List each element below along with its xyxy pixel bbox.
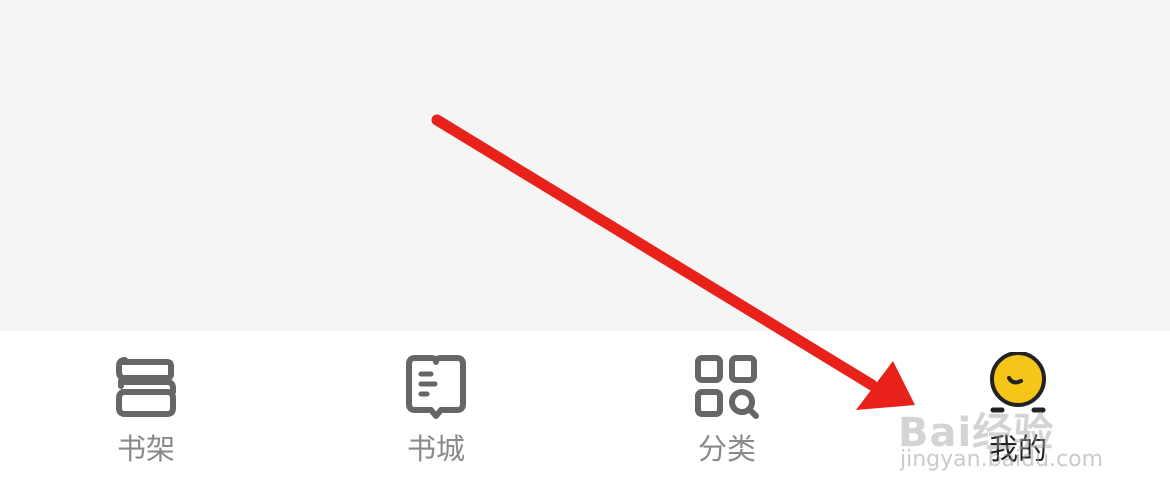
tab-label: 书架 — [116, 432, 175, 466]
content-area — [0, 0, 1170, 331]
bottom-tab-bar: 书架 书城 分类 我的 — [0, 331, 1170, 501]
category-icon — [695, 355, 759, 419]
bookshelf-icon — [116, 357, 176, 417]
tab-book-store[interactable]: 书城 — [356, 331, 516, 501]
profile-avatar-icon — [990, 352, 1046, 413]
tab-label: 分类 — [697, 432, 756, 466]
tab-category[interactable]: 分类 — [647, 331, 807, 501]
tab-profile[interactable]: 我的 — [938, 331, 1098, 501]
tab-bookshelf[interactable]: 书架 — [66, 331, 226, 501]
tab-label: 书城 — [406, 432, 465, 466]
book-store-icon — [406, 355, 466, 419]
tab-label: 我的 — [988, 432, 1047, 466]
